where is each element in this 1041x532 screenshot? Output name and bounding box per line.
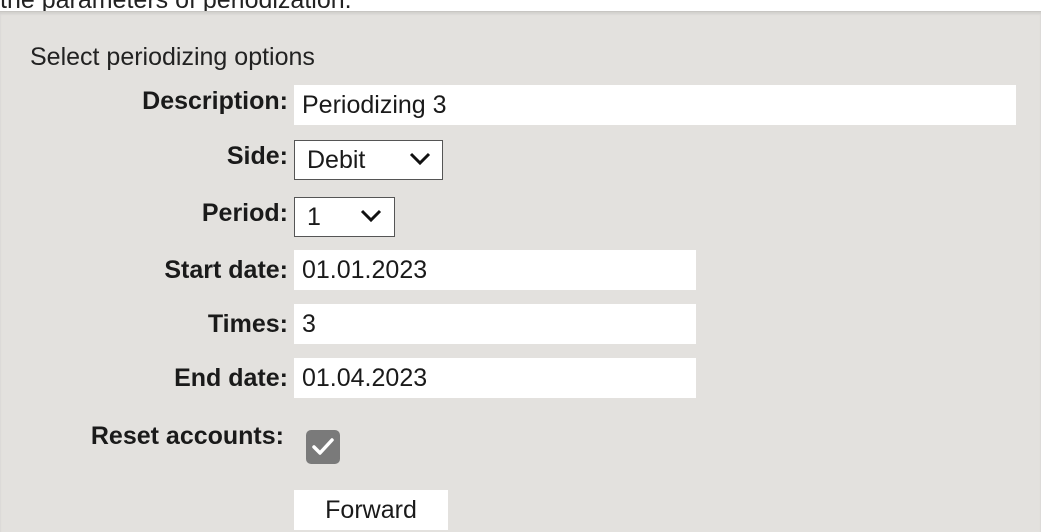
times-label: Times:	[207, 310, 288, 338]
reset-accounts-checkbox[interactable]	[306, 430, 340, 464]
period-label: Period:	[201, 199, 288, 227]
periodizing-options-panel: Select periodizing options Description: …	[0, 11, 1041, 532]
side-select-value: Debit	[307, 146, 366, 174]
end-date-label: End date:	[174, 364, 288, 392]
period-select[interactable]: 1	[294, 197, 395, 237]
side-select[interactable]: Debit	[294, 140, 443, 180]
chevron-down-icon	[360, 209, 382, 223]
description-label: Description:	[142, 87, 288, 115]
start-date-label: Start date:	[164, 256, 288, 284]
side-label: Side:	[226, 142, 288, 170]
period-select-value: 1	[307, 203, 321, 231]
forward-button[interactable]: Forward	[294, 490, 448, 530]
panel-title: Select periodizing options	[30, 43, 315, 71]
reset-accounts-label: Reset accounts:	[90, 422, 284, 450]
chevron-down-icon	[409, 152, 431, 166]
check-icon	[312, 438, 334, 455]
times-input[interactable]: 3	[294, 304, 696, 344]
end-date-input[interactable]: 01.04.2023	[294, 358, 696, 398]
description-input[interactable]: Periodizing 3	[294, 85, 1016, 125]
start-date-input[interactable]: 01.01.2023	[294, 250, 696, 290]
